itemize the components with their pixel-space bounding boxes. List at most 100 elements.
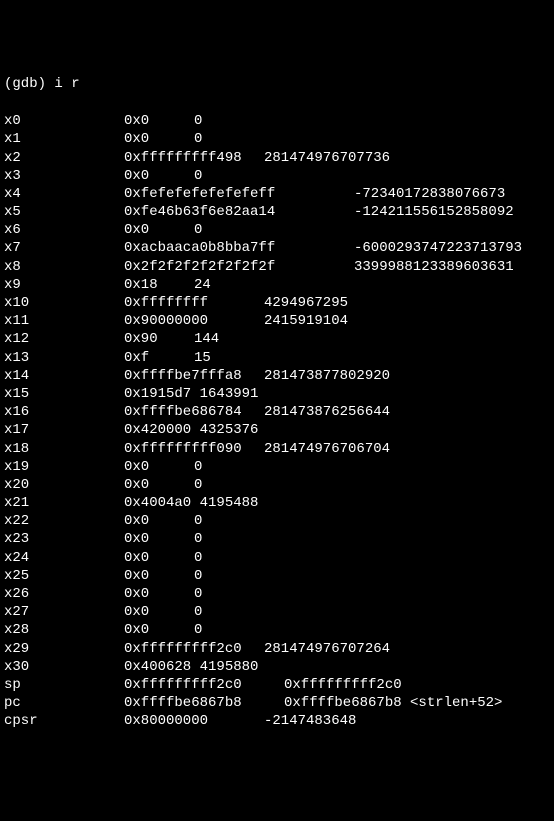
- register-row: pc0xffffbe6867b80xffffbe6867b8 <strlen+5…: [4, 694, 550, 712]
- register-hex: 0x90: [124, 330, 194, 348]
- register-dec: 281474976706704: [264, 440, 390, 458]
- register-name: x16: [4, 403, 124, 421]
- register-row: x150x1915d7 1643991: [4, 385, 550, 403]
- register-name: x10: [4, 294, 124, 312]
- register-name: x19: [4, 458, 124, 476]
- register-dec: -72340172838076673: [354, 185, 505, 203]
- register-hex: 0xffffbe7fffa8: [124, 367, 264, 385]
- register-dec: 0: [194, 585, 202, 603]
- register-hex: 0xfe46b63f6e82aa14: [124, 203, 354, 221]
- register-name: x28: [4, 621, 124, 639]
- register-hex: 0x90000000: [124, 312, 264, 330]
- register-hex: 0xffffffff: [124, 294, 264, 312]
- register-dec: 0: [194, 567, 202, 585]
- register-hex: 0x0: [124, 621, 194, 639]
- register-row: x50xfe46b63f6e82aa14-124211556152858092: [4, 203, 550, 221]
- register-name: x29: [4, 640, 124, 658]
- register-row: x70xacbaaca0b8bba7ff-6000293747223713793: [4, 239, 550, 257]
- register-dec: 0: [194, 458, 202, 476]
- register-name: x24: [4, 549, 124, 567]
- register-dec: 0: [194, 603, 202, 621]
- register-dec: 2415919104: [264, 312, 348, 330]
- register-row: x140xffffbe7fffa8281473877802920: [4, 367, 550, 385]
- register-dec: 0: [194, 221, 202, 239]
- register-row: x220x00: [4, 512, 550, 530]
- register-hex: 0x0: [124, 130, 194, 148]
- register-dec: -2147483648: [264, 712, 356, 730]
- register-name: x3: [4, 167, 124, 185]
- register-row: x300x400628 4195880: [4, 658, 550, 676]
- register-dec: 3399988123389603631: [354, 258, 514, 276]
- register-name: x1: [4, 130, 124, 148]
- register-hex: 0x0: [124, 476, 194, 494]
- register-name: x5: [4, 203, 124, 221]
- register-output: x00x00x10x00x20xfffffffff498281474976707…: [4, 112, 550, 730]
- register-name: x13: [4, 349, 124, 367]
- register-hex: 0x0: [124, 567, 194, 585]
- register-row: x230x00: [4, 530, 550, 548]
- register-dec: 4294967295: [264, 294, 348, 312]
- register-hex: 0xacbaaca0b8bba7ff: [124, 239, 354, 257]
- register-row: x160xffffbe686784281473876256644: [4, 403, 550, 421]
- register-name: sp: [4, 676, 124, 694]
- register-dec: 144: [194, 330, 219, 348]
- register-row: x190x00: [4, 458, 550, 476]
- register-dec: 0: [194, 130, 202, 148]
- register-name: x17: [4, 421, 124, 439]
- register-row: x80x2f2f2f2f2f2f2f2f3399988123389603631: [4, 258, 550, 276]
- register-row: x260x00: [4, 585, 550, 603]
- register-row: x270x00: [4, 603, 550, 621]
- register-name: x8: [4, 258, 124, 276]
- register-row: sp0xfffffffff2c00xfffffffff2c0: [4, 676, 550, 694]
- register-dec: 0xfffffffff2c0: [284, 676, 402, 694]
- register-hex: 0x0: [124, 221, 194, 239]
- register-row: x290xfffffffff2c0281474976707264: [4, 640, 550, 658]
- register-name: x4: [4, 185, 124, 203]
- register-dec: 281473876256644: [264, 403, 390, 421]
- register-name: x23: [4, 530, 124, 548]
- register-name: x26: [4, 585, 124, 603]
- register-name: x22: [4, 512, 124, 530]
- register-row: x200x00: [4, 476, 550, 494]
- register-hex: 0xfffffffff2c0: [124, 640, 264, 658]
- register-name: x0: [4, 112, 124, 130]
- register-row: x100xffffffff4294967295: [4, 294, 550, 312]
- register-name: x6: [4, 221, 124, 239]
- register-row: x170x420000 4325376: [4, 421, 550, 439]
- register-hex: 0x0: [124, 458, 194, 476]
- register-dec: 0: [194, 621, 202, 639]
- register-name: x11: [4, 312, 124, 330]
- register-dec: -6000293747223713793: [354, 239, 522, 257]
- register-name: x15: [4, 385, 124, 403]
- register-dec: 0: [194, 112, 202, 130]
- register-row: x110x900000002415919104: [4, 312, 550, 330]
- register-row: x00x00: [4, 112, 550, 130]
- register-row: x20xfffffffff498281474976707736: [4, 149, 550, 167]
- register-hex: 0x0: [124, 530, 194, 548]
- register-dec: -124211556152858092: [354, 203, 514, 221]
- register-row: x250x00: [4, 567, 550, 585]
- register-name: x21: [4, 494, 124, 512]
- register-hex: 0x0: [124, 112, 194, 130]
- register-row: x30x00: [4, 167, 550, 185]
- register-name: x27: [4, 603, 124, 621]
- register-hex: 0xf: [124, 349, 194, 367]
- register-dec: 0: [194, 549, 202, 567]
- register-hex: 0xfffffffff090: [124, 440, 264, 458]
- register-hex: 0x80000000: [124, 712, 264, 730]
- register-name: x9: [4, 276, 124, 294]
- register-name: cpsr: [4, 712, 124, 730]
- register-hex: 0x18: [124, 276, 194, 294]
- register-row: x90x1824: [4, 276, 550, 294]
- register-hex: 0x0: [124, 512, 194, 530]
- register-hex-dec: 0x4004a0 4195488: [124, 494, 258, 512]
- register-hex-dec: 0x420000 4325376: [124, 421, 258, 439]
- register-name: pc: [4, 694, 124, 712]
- gdb-prompt[interactable]: (gdb) i r: [4, 75, 550, 93]
- register-name: x30: [4, 658, 124, 676]
- register-hex: 0xffffbe686784: [124, 403, 264, 421]
- register-name: x2: [4, 149, 124, 167]
- register-name: x18: [4, 440, 124, 458]
- register-row: x240x00: [4, 549, 550, 567]
- register-hex: 0xfffffffff2c0: [124, 676, 284, 694]
